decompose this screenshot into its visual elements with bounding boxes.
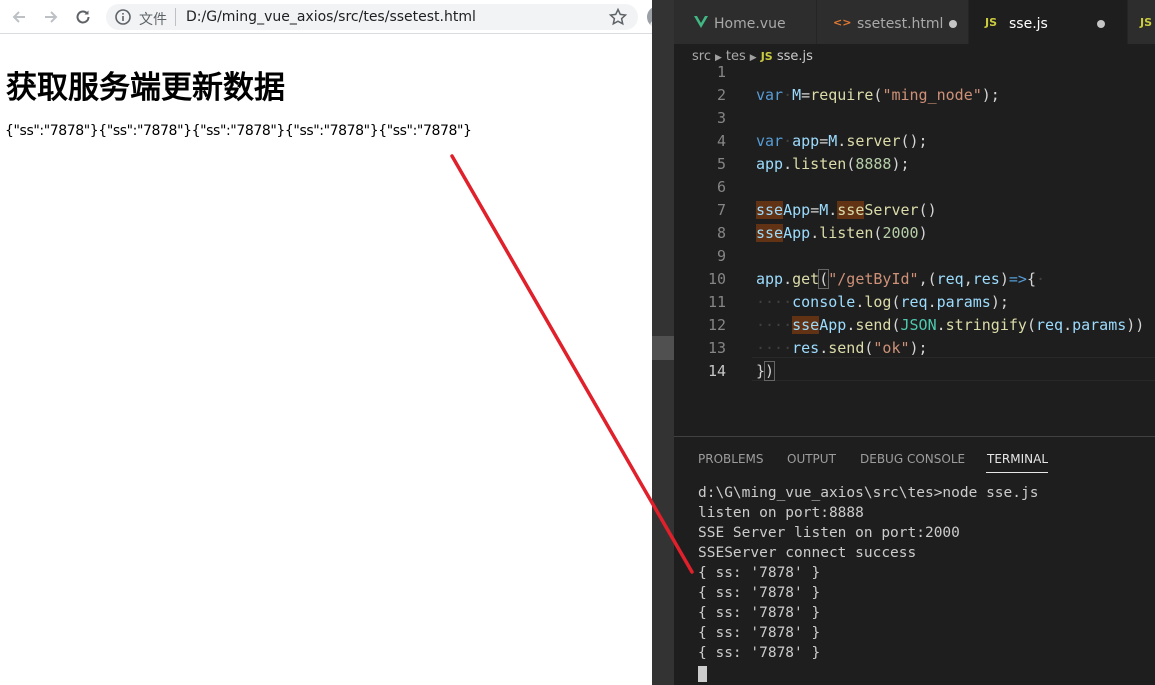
breadcrumb-src[interactable]: src bbox=[692, 49, 711, 64]
code-line-12: ····sseApp.send(JSON.stringify(req.param… bbox=[756, 316, 1145, 334]
url-text[interactable]: D:/G/ming_vue_axios/src/tes/ssetest.html bbox=[186, 9, 476, 25]
line-number: 1 bbox=[716, 63, 726, 81]
sse-output-text: {"ss":"7878"}{"ss":"7878"}{"ss":"7878"}{… bbox=[5, 123, 472, 139]
terminal-line: { ss: '7878' } bbox=[698, 645, 821, 661]
line-number: 5 bbox=[716, 155, 726, 173]
vue-icon bbox=[694, 16, 708, 28]
line-number: 6 bbox=[716, 178, 726, 196]
omnibox-separator bbox=[175, 8, 176, 26]
bottom-panel: PROBLEMS OUTPUT DEBUG CONSOLE TERMINAL d… bbox=[674, 436, 1155, 685]
terminal-line: listen on port:8888 bbox=[698, 505, 864, 521]
code-line-13: ····res.send("ok"); bbox=[756, 339, 928, 357]
tab-debug-console[interactable]: DEBUG CONSOLE bbox=[860, 452, 965, 466]
line-number: 2 bbox=[716, 86, 726, 104]
tab-label: Home.vue bbox=[714, 16, 786, 32]
terminal-line: { ss: '7878' } bbox=[698, 585, 821, 601]
address-bar[interactable]: 文件 D:/G/ming_vue_axios/src/tes/ssetest.h… bbox=[106, 4, 638, 30]
breadcrumb-tes[interactable]: tes bbox=[726, 49, 746, 64]
active-tab-underline bbox=[986, 472, 1048, 473]
code-line-8: sseApp.listen(2000) bbox=[756, 224, 928, 242]
tab-label: sse.js bbox=[1009, 16, 1048, 32]
js-icon: JS bbox=[760, 50, 773, 63]
tab-terminal[interactable]: TERMINAL bbox=[987, 452, 1048, 466]
terminal-line: { ss: '7878' } bbox=[698, 565, 821, 581]
code-line-11: ····console.log(req.params); bbox=[756, 293, 1009, 311]
activity-bar bbox=[652, 0, 674, 685]
unsaved-dot-icon[interactable] bbox=[949, 20, 957, 28]
js-icon: JS bbox=[1140, 16, 1153, 29]
info-icon[interactable] bbox=[114, 8, 132, 26]
tab-problems[interactable]: PROBLEMS bbox=[698, 452, 764, 466]
editor-tab-bar: Home.vue <> ssetest.html JS sse.js JS bbox=[674, 0, 1155, 44]
tab-output[interactable]: OUTPUT bbox=[787, 452, 836, 466]
code-line-4: var·app=M.server(); bbox=[756, 132, 928, 150]
line-number: 14 bbox=[707, 362, 726, 380]
browser-window: 文件 D:/G/ming_vue_axios/src/tes/ssetest.h… bbox=[0, 0, 669, 685]
current-line-highlight bbox=[752, 357, 1155, 381]
html-icon: <> bbox=[833, 16, 852, 29]
terminal-line: { ss: '7878' } bbox=[698, 625, 821, 641]
file-scheme-label: 文件 bbox=[139, 12, 167, 28]
chevron-right-icon: ▶ bbox=[749, 53, 757, 63]
reload-button[interactable] bbox=[72, 6, 94, 28]
terminal-line: SSEServer connect success bbox=[698, 545, 917, 561]
line-number: 13 bbox=[707, 339, 726, 357]
arrow-right-icon bbox=[45, 11, 58, 23]
breadcrumb: src ▶ tes ▶ JS sse.js bbox=[692, 49, 813, 64]
terminal-line: { ss: '7878' } bbox=[698, 605, 821, 621]
code-line-5: app.listen(8888); bbox=[756, 155, 910, 173]
code-line-2: var·M=require("ming_node"); bbox=[756, 86, 1000, 104]
terminal-cursor bbox=[698, 666, 707, 682]
code-area[interactable]: 1 2 3 4 5 6 7 8 9 10 11 12 13 14 var·M=require("ming_… bbox=[674, 63, 1155, 435]
line-number: 3 bbox=[716, 109, 726, 127]
line-number: 11 bbox=[707, 293, 726, 311]
line-number: 4 bbox=[716, 132, 726, 150]
code-editor-window: Home.vue <> ssetest.html JS sse.js JS sr… bbox=[652, 0, 1155, 685]
code-line-14: }) bbox=[756, 361, 776, 381]
back-button[interactable] bbox=[8, 6, 30, 28]
tab-sse-js[interactable]: JS sse.js bbox=[969, 0, 1127, 44]
chevron-right-icon: ▶ bbox=[714, 53, 722, 63]
tab-label: ssetest.html bbox=[857, 16, 944, 32]
terminal-line: d:\G\ming_vue_axios\src\tes>node sse.js bbox=[698, 485, 1039, 501]
terminal-line: SSE Server listen on port:2000 bbox=[698, 525, 960, 541]
arrow-left-icon bbox=[12, 11, 25, 23]
browser-toolbar: 文件 D:/G/ming_vue_axios/src/tes/ssetest.h… bbox=[0, 0, 663, 34]
code-line-7: sseApp=M.sseServer() bbox=[756, 201, 937, 219]
code-line-10: app.get("/getById",(req,res)=>{· bbox=[756, 269, 1045, 289]
line-number: 12 bbox=[707, 316, 726, 334]
unsaved-dot-icon[interactable] bbox=[1097, 20, 1105, 28]
line-number: 9 bbox=[716, 247, 726, 265]
breadcrumb-file[interactable]: sse.js bbox=[777, 49, 813, 64]
js-icon: JS bbox=[985, 16, 998, 29]
page-heading: 获取服务端更新数据 bbox=[6, 70, 285, 106]
tab-js-overflow[interactable]: JS bbox=[1128, 0, 1155, 44]
tab-home-vue[interactable]: Home.vue bbox=[674, 0, 816, 44]
line-number: 10 bbox=[707, 270, 726, 288]
tab-ssetest-html[interactable]: <> ssetest.html bbox=[817, 0, 968, 44]
line-number: 7 bbox=[716, 201, 726, 219]
star-icon[interactable] bbox=[608, 7, 628, 27]
reload-icon bbox=[76, 10, 90, 24]
activity-bar-highlight[interactable] bbox=[652, 336, 674, 360]
forward-button[interactable] bbox=[40, 6, 62, 28]
line-number: 8 bbox=[716, 224, 726, 242]
